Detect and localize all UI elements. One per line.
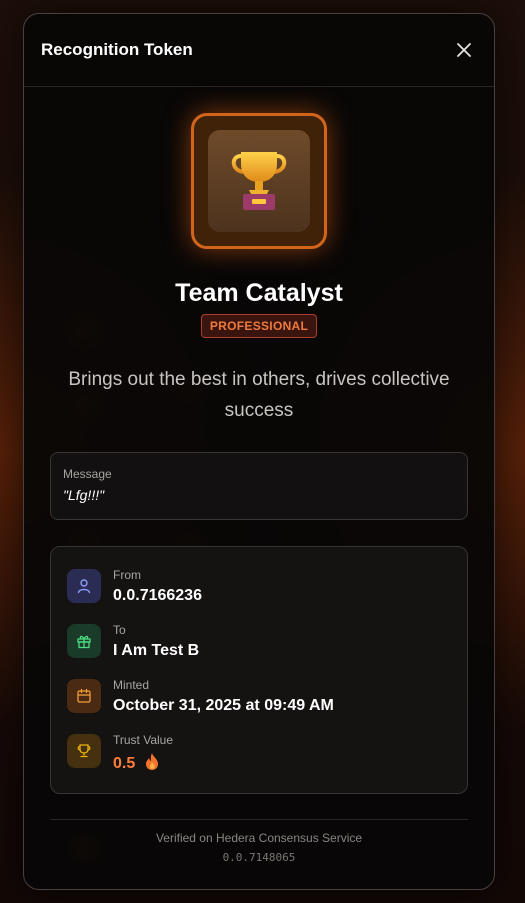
badge-container <box>24 113 494 249</box>
trophy-icon <box>231 152 287 210</box>
message-text: "Lfg!!!" <box>63 487 105 503</box>
verification-footer: Verified on Hedera Consensus Service 0.0… <box>50 819 468 864</box>
trust-value-row: 0.5 <box>113 752 173 773</box>
trust-icon-tile <box>67 734 101 768</box>
trust-value-label: Trust Value <box>113 733 174 747</box>
category-badge: PROFESSIONAL <box>200 314 318 338</box>
detail-row-to: To I Am Test B <box>67 622 451 677</box>
message-card: Message "Lfg!!!" <box>50 452 468 520</box>
flame-icon <box>145 753 158 770</box>
trust-value-number: 0.5 <box>113 755 136 772</box>
from-icon-tile <box>67 569 101 603</box>
close-button[interactable] <box>452 38 476 62</box>
badge-name: Team Catalyst <box>175 279 343 307</box>
to-value: I Am Test B <box>113 642 200 659</box>
detail-row-from: From 0.0.7166236 <box>67 567 451 622</box>
badge-description: Brings out the best in others, drives co… <box>68 369 450 421</box>
badge-frame <box>191 113 327 249</box>
to-label: To <box>113 623 126 637</box>
modal-header: Recognition Token <box>24 14 494 87</box>
minted-label: Minted <box>113 678 150 692</box>
minted-value: October 31, 2025 at 09:49 AM <box>113 697 334 714</box>
details-card: From 0.0.7166236 To I Am Test B Minted O… <box>50 546 468 794</box>
trophy-small-icon <box>77 744 91 758</box>
detail-row-trust-value: Trust Value 0.5 <box>67 732 451 787</box>
user-icon <box>77 579 91 594</box>
detail-row-minted: Minted October 31, 2025 at 09:49 AM <box>67 677 451 732</box>
verified-text: Verified on Hedera Consensus Service <box>155 831 363 845</box>
from-value: 0.0.7166236 <box>113 587 202 604</box>
recognition-token-modal: Recognition Token Team Catalyst PROFESSI… <box>23 13 495 890</box>
from-label: From <box>113 568 141 582</box>
badge-icon-tile <box>208 130 310 232</box>
to-icon-tile <box>67 624 101 658</box>
minted-icon-tile <box>67 679 101 713</box>
message-label: Message <box>63 467 112 481</box>
modal-title: Recognition Token <box>41 40 193 59</box>
topic-id: 0.0.7148065 <box>222 851 296 864</box>
gift-icon <box>77 635 91 649</box>
calendar-icon <box>77 688 91 703</box>
close-icon <box>457 43 471 57</box>
